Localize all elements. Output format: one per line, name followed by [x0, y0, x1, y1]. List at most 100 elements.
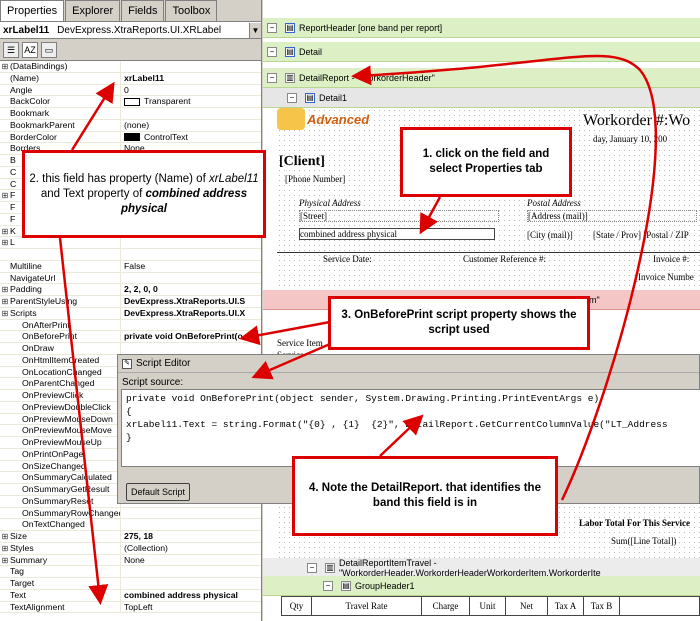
property-row[interactable]: ⊞ Styles (Collection)	[0, 542, 261, 555]
property-value[interactable]: private void OnBeforePrint(o	[120, 331, 261, 342]
state-postal-field[interactable]: [State / Prov] [Postal / ZIP	[593, 230, 689, 240]
property-row[interactable]: Text combined address physical	[0, 589, 261, 602]
property-row[interactable]: ⊞ Size 275, 18	[0, 531, 261, 543]
property-row[interactable]: Target	[0, 578, 261, 590]
band-travel[interactable]: − ▥ DetailReportItemTravel - "WorkorderH…	[263, 558, 700, 578]
property-value[interactable]	[120, 61, 261, 72]
property-row[interactable]: Angle 0	[0, 84, 261, 97]
property-pages-icon[interactable]: ▭	[41, 41, 57, 58]
property-value[interactable]	[120, 249, 261, 260]
property-row[interactable]: ⊞ ParentStyleUsing DevExpress.XtraReports.…	[0, 296, 261, 308]
property-name: BackColor	[10, 96, 51, 107]
combined-address-field[interactable]: combined address physical	[299, 228, 495, 240]
client-field[interactable]: [Client]	[279, 154, 325, 170]
property-value[interactable]	[120, 108, 261, 119]
property-row[interactable]: ⊞ Padding 2, 2, 0, 0	[0, 284, 261, 296]
property-row[interactable]: Tag	[0, 566, 261, 578]
collapse-icon[interactable]: −	[267, 22, 277, 33]
band-group-header[interactable]: − ▤ GroupHeader1	[263, 576, 700, 596]
band-detail1[interactable]: − ▤ Detail1	[263, 88, 700, 108]
property-value[interactable]: (none)	[120, 119, 261, 131]
property-row[interactable]: OnDraw	[0, 343, 261, 355]
expand-icon[interactable]: ⊞	[0, 296, 10, 307]
property-row[interactable]: BorderColor ControlText	[0, 131, 261, 144]
tab-explorer[interactable]: Explorer	[65, 0, 121, 21]
band-detail-report[interactable]: − ▥ DetailReport - "WorkorderHeader"	[263, 68, 700, 88]
tab-toolbox[interactable]: Toolbox	[165, 0, 218, 21]
property-row[interactable]: ⊞ Summary None	[0, 554, 261, 567]
property-row[interactable]: Bookmark	[0, 108, 261, 120]
expand-icon[interactable]: ⊞	[0, 226, 10, 237]
property-value[interactable]	[120, 578, 261, 589]
property-row[interactable]: Multiline False	[0, 260, 261, 273]
property-value[interactable]	[120, 507, 261, 519]
property-row[interactable]: OnTextChanged	[0, 519, 261, 531]
property-value[interactable]	[120, 272, 261, 284]
property-value[interactable]: TopLeft	[120, 601, 261, 613]
city-mail-field[interactable]: [City (mail)]	[527, 230, 573, 240]
collapse-icon[interactable]: −	[307, 562, 317, 573]
alphabetical-icon[interactable]: AZ	[22, 41, 38, 58]
property-row[interactable]: OnAfterPrint	[0, 319, 261, 332]
phone-field[interactable]: [Phone Number]	[285, 174, 345, 184]
property-row[interactable]: TextAlignment TopLeft	[0, 601, 261, 614]
property-value[interactable]: DevExpress.XtraReports.UI.S	[120, 296, 261, 307]
property-value[interactable]: False	[120, 260, 261, 272]
object-selector[interactable]: xrLabel11 DevExpress.XtraReports.UI.XRLa…	[0, 22, 261, 39]
street-field[interactable]: [Street]	[299, 210, 499, 222]
property-row[interactable]: BackColor Transparent	[0, 96, 261, 108]
collapse-icon[interactable]: −	[267, 72, 277, 83]
property-row[interactable]: OnBeforePrint private void OnBeforePrint(…	[0, 331, 261, 343]
collapse-icon[interactable]: −	[267, 46, 277, 57]
column-header: Travel Rate	[312, 597, 422, 615]
property-row[interactable]	[0, 249, 261, 261]
sum-line-field[interactable]: Sum([Line Total])	[611, 536, 676, 546]
expand-icon[interactable]: ⊞	[0, 555, 10, 566]
property-row[interactable]: ⊞ L	[0, 237, 261, 249]
property-value[interactable]: 275, 18	[120, 531, 261, 542]
expand-icon[interactable]: ⊞	[0, 543, 10, 554]
property-row[interactable]: OnSummaryRowChanged	[0, 507, 261, 520]
categorized-icon[interactable]: ☰	[3, 41, 19, 58]
property-row[interactable]: BookmarkParent (none)	[0, 119, 261, 132]
expand-icon[interactable]: ⊞	[0, 308, 10, 319]
property-value[interactable]: ControlText	[120, 131, 261, 143]
band-detail[interactable]: − ▤ Detail	[263, 42, 700, 62]
property-name: ParentStyleUsing	[10, 296, 78, 306]
collapse-icon[interactable]: −	[287, 92, 297, 103]
address-mail-field[interactable]: [Address (mail)]	[527, 210, 697, 222]
expand-icon[interactable]: ⊞	[0, 284, 10, 295]
chevron-down-icon[interactable]: ▼	[249, 22, 261, 38]
property-value[interactable]: xrLabel11	[120, 72, 261, 84]
property-value[interactable]	[120, 237, 261, 248]
property-row[interactable]: ⊞ (DataBindings)	[0, 61, 261, 73]
property-value[interactable]	[120, 319, 261, 331]
property-value[interactable]: combined address physical	[120, 589, 261, 601]
property-value[interactable]: 2, 2, 0, 0	[120, 284, 261, 295]
row-spacer	[0, 578, 10, 589]
row-spacer	[0, 261, 10, 272]
property-row[interactable]: ⊞ Scripts DevExpress.XtraReports.UI.X	[0, 307, 261, 320]
property-value[interactable]: (Collection)	[120, 542, 261, 554]
tab-properties[interactable]: Properties	[0, 0, 65, 21]
default-script-button[interactable]: Default Script	[126, 483, 190, 501]
service-item-field[interactable]: Service Item	[277, 338, 323, 348]
property-value[interactable]: DevExpress.XtraReports.UI.X	[120, 307, 261, 319]
property-row[interactable]: (Name) xrLabel11	[0, 72, 261, 85]
property-value[interactable]	[120, 343, 261, 354]
expand-icon[interactable]: ⊞	[0, 237, 10, 248]
property-value[interactable]: None	[120, 554, 261, 566]
band-label: Detail1	[319, 92, 348, 103]
tab-fields[interactable]: Fields	[121, 0, 165, 21]
band-report-header[interactable]: − ▤ ReportHeader [one band per report]	[263, 18, 700, 38]
property-value[interactable]: 0	[120, 84, 261, 96]
collapse-icon[interactable]: −	[323, 580, 333, 591]
property-row[interactable]: NavigateUrl	[0, 272, 261, 285]
invoice-number-field[interactable]: [Invoice Numbe	[635, 272, 694, 282]
expand-icon[interactable]: ⊞	[0, 61, 10, 72]
property-value[interactable]	[120, 566, 261, 577]
property-value[interactable]	[120, 519, 261, 530]
expand-icon[interactable]: ⊞	[0, 531, 10, 542]
property-value[interactable]: Transparent	[120, 96, 261, 107]
expand-icon[interactable]: ⊞	[0, 190, 10, 201]
